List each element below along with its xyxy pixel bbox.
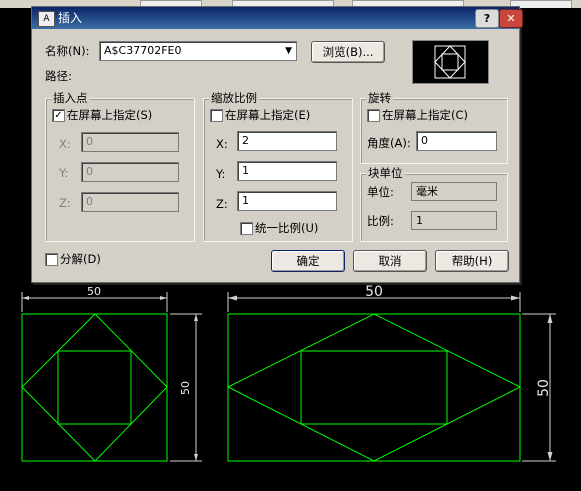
unit-value: 毫米: [411, 182, 497, 201]
scale-title: 缩放比例: [209, 91, 259, 105]
dialog-titlebar[interactable]: A 插入 ? ✕: [32, 7, 523, 29]
scale-y-input[interactable]: 1: [237, 161, 337, 181]
insertion-y-input[interactable]: 0: [81, 162, 179, 182]
right-block-diamond: [226, 313, 522, 462]
unit-label: 单位:: [367, 185, 394, 199]
rotation-specify-checkbox[interactable]: [367, 109, 380, 122]
scale-x-input[interactable]: 2: [237, 131, 337, 151]
insertion-y-label: Y:: [59, 166, 69, 180]
rotation-title: 旋转: [366, 91, 393, 105]
block-name-combobox[interactable]: A$C37702FE0 ▼: [99, 41, 297, 61]
ok-button[interactable]: 确定: [271, 250, 345, 272]
insertion-specify-label: 在屏幕上指定(S): [67, 108, 153, 122]
scale-x-label: X:: [216, 137, 228, 151]
right-block-outer-rect: [227, 313, 521, 462]
right-dim-side-text: 50: [536, 379, 552, 397]
insert-dialog: A 插入 ? ✕ 名称(N): A$C37702FE0 ▼ 浏览(B)... 路…: [31, 6, 523, 283]
path-label: 路径:: [45, 69, 72, 83]
block-unit-title: 块单位: [366, 166, 405, 180]
title-close-button[interactable]: ✕: [499, 9, 523, 28]
explode-checkbox[interactable]: [45, 253, 58, 266]
preview-icon: [434, 45, 466, 79]
angle-input[interactable]: 0: [416, 131, 497, 151]
factor-value: 1: [411, 211, 497, 230]
factor-label: 比例:: [367, 214, 394, 228]
angle-label: 角度(A):: [367, 136, 411, 150]
insertion-specify-checkbox[interactable]: ✓: [52, 109, 65, 122]
left-dim-side-text: 50: [179, 381, 192, 395]
uniform-scale-label: 统一比例(U): [255, 221, 319, 235]
dialog-title: 插入: [58, 11, 83, 25]
insertion-z-input[interactable]: 0: [81, 192, 179, 212]
check-icon: ✓: [54, 110, 63, 121]
block-name-value: A$C37702FE0: [104, 44, 182, 57]
scale-specify-checkbox[interactable]: [210, 109, 223, 122]
scale-z-input[interactable]: 1: [237, 191, 337, 211]
left-block-inner-square: [57, 350, 132, 425]
cancel-button[interactable]: 取消: [353, 250, 427, 272]
name-label: 名称(N):: [45, 44, 90, 58]
left-block-diamond: [21, 313, 168, 462]
left-block-outer-rect: [21, 313, 168, 462]
autocad-app-icon: A: [38, 11, 55, 27]
insertion-z-label: Z:: [59, 196, 71, 210]
help-button[interactable]: 帮助(H): [435, 250, 509, 272]
uniform-scale-checkbox[interactable]: [240, 222, 253, 235]
right-dim-top-text: 50: [365, 284, 383, 300]
insertion-point-title: 插入点: [51, 91, 90, 105]
title-help-button[interactable]: ?: [475, 9, 499, 28]
left-dim-top-text: 50: [87, 285, 101, 298]
insertion-x-label: X:: [59, 137, 71, 151]
insertion-x-input[interactable]: 0: [81, 132, 179, 152]
right-block-inner-rect: [300, 350, 448, 425]
scale-specify-label: 在屏幕上指定(E): [225, 108, 311, 122]
rotation-specify-label: 在屏幕上指定(C): [382, 108, 469, 122]
scale-z-label: Z:: [216, 197, 228, 211]
explode-label: 分解(D): [60, 252, 101, 266]
block-preview: [412, 40, 489, 84]
chevron-down-icon[interactable]: ▼: [285, 42, 292, 60]
browse-button[interactable]: 浏览(B)...: [311, 41, 385, 63]
scale-y-label: Y:: [216, 167, 226, 181]
